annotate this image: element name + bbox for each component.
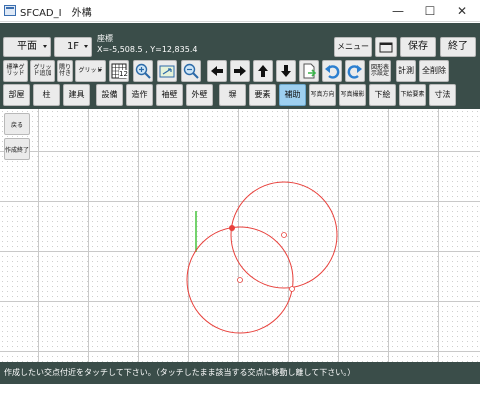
add-grid-button[interactable]: グリッド追加 bbox=[30, 60, 55, 82]
category-element[interactable]: 要素 bbox=[249, 84, 276, 106]
maximize-button[interactable]: ☐ bbox=[414, 0, 446, 22]
status-message: 作成したい交点付近をタッチして下さい。（タッチしたまま該当する交点に移動し離して… bbox=[4, 368, 356, 377]
category-fixtures[interactable]: 造作 bbox=[126, 84, 153, 106]
back-button[interactable]: 戻る bbox=[4, 113, 30, 135]
close-button[interactable]: ✕ bbox=[446, 0, 478, 22]
drawing-canvas[interactable]: 戻る 作成終了 bbox=[0, 109, 480, 362]
view-select-value: 平面 bbox=[17, 40, 37, 52]
save-button[interactable]: 保存 bbox=[400, 37, 436, 57]
delete-all-button[interactable]: 全削除 bbox=[419, 60, 449, 82]
display-settings-button[interactable]: 図形表示設定 bbox=[369, 60, 391, 82]
exit-button[interactable]: 終了 bbox=[440, 37, 476, 57]
intersection-point[interactable] bbox=[289, 286, 295, 292]
category-underlay[interactable]: 下絵 bbox=[369, 84, 396, 106]
pan-left-button[interactable] bbox=[207, 60, 227, 82]
category-wing-wall[interactable]: 袖壁 bbox=[156, 84, 183, 106]
zoom-in-icon bbox=[135, 63, 151, 79]
arrow-up-icon bbox=[258, 65, 268, 77]
arrow-down-icon bbox=[281, 65, 291, 77]
zoom-out-button[interactable] bbox=[181, 60, 201, 82]
dropdown-arrow-icon bbox=[43, 45, 47, 48]
snap-toggle-button[interactable]: 隅り付き bbox=[57, 60, 73, 82]
pan-down-button[interactable] bbox=[276, 60, 296, 82]
category-fittings[interactable]: 建具 bbox=[63, 84, 90, 106]
category-room[interactable]: 部屋 bbox=[3, 84, 30, 106]
zoom-in-button[interactable] bbox=[133, 60, 153, 82]
window-icon bbox=[379, 42, 393, 53]
pan-up-button[interactable] bbox=[253, 60, 273, 82]
zoom-level: 12 bbox=[119, 70, 128, 78]
window-bottom-edge bbox=[0, 384, 480, 400]
standard-grid-button[interactable]: 標準グリッド bbox=[3, 60, 28, 82]
category-photo-shoot[interactable]: 写真撮影 bbox=[339, 84, 366, 106]
view-select[interactable]: 平面 bbox=[3, 37, 51, 57]
arrow-right-icon bbox=[234, 66, 246, 76]
dropdown-arrow-icon bbox=[84, 45, 88, 48]
category-auxiliary[interactable]: 補助 bbox=[279, 84, 306, 106]
finish-creation-button[interactable]: 作成終了 bbox=[4, 138, 30, 160]
category-photo-direction[interactable]: 写真方向 bbox=[309, 84, 336, 106]
menu-button[interactable]: メニュー bbox=[334, 37, 372, 57]
category-equipment[interactable]: 設備 bbox=[96, 84, 123, 106]
minimize-button[interactable]: — bbox=[382, 0, 414, 22]
status-bar: 作成したい交点付近をタッチして下さい。（タッチしたまま該当する交点に移動し離して… bbox=[0, 362, 480, 384]
undo-button[interactable] bbox=[322, 60, 342, 82]
grid-select[interactable]: グリッド bbox=[75, 60, 106, 82]
window-title: SFCAD_I 外構 bbox=[20, 8, 92, 19]
circle-center-marker bbox=[237, 277, 243, 283]
zoom-fit-icon bbox=[159, 65, 175, 78]
category-column[interactable]: 柱 bbox=[33, 84, 60, 106]
floor-select-value: 1F bbox=[66, 40, 80, 52]
coordinate-readout: X=-5,508.5 , Y=12,835.4 bbox=[97, 45, 198, 54]
arrow-left-icon bbox=[211, 66, 223, 76]
zoom-fit-button[interactable] bbox=[157, 60, 177, 82]
category-outer-wall[interactable]: 外壁 bbox=[186, 84, 213, 106]
circle-center-marker bbox=[281, 232, 287, 238]
measure-button[interactable]: 計測 bbox=[396, 60, 416, 82]
undo-icon bbox=[325, 65, 340, 79]
dropdown-arrow-icon bbox=[98, 69, 102, 72]
floor-select[interactable]: 1F bbox=[54, 37, 92, 57]
selected-intersection-point[interactable] bbox=[229, 225, 235, 231]
export-button[interactable] bbox=[299, 60, 319, 82]
title-bar: SFCAD_I 外構 — ☐ ✕ bbox=[0, 0, 480, 22]
zoom-out-icon bbox=[183, 63, 199, 79]
redo-icon bbox=[347, 65, 362, 79]
redo-button[interactable] bbox=[345, 60, 365, 82]
app-icon bbox=[4, 5, 16, 16]
document-arrow-icon bbox=[303, 63, 317, 79]
drawing-layer bbox=[186, 181, 338, 334]
category-underlay-element[interactable]: 下絵要素 bbox=[399, 84, 426, 106]
coordinate-label: 座標 bbox=[97, 34, 113, 43]
category-dimension[interactable]: 寸法 bbox=[429, 84, 456, 106]
window-switch-button[interactable] bbox=[375, 37, 397, 57]
pan-right-button[interactable] bbox=[230, 60, 250, 82]
category-fence[interactable]: 塀 bbox=[219, 84, 246, 106]
